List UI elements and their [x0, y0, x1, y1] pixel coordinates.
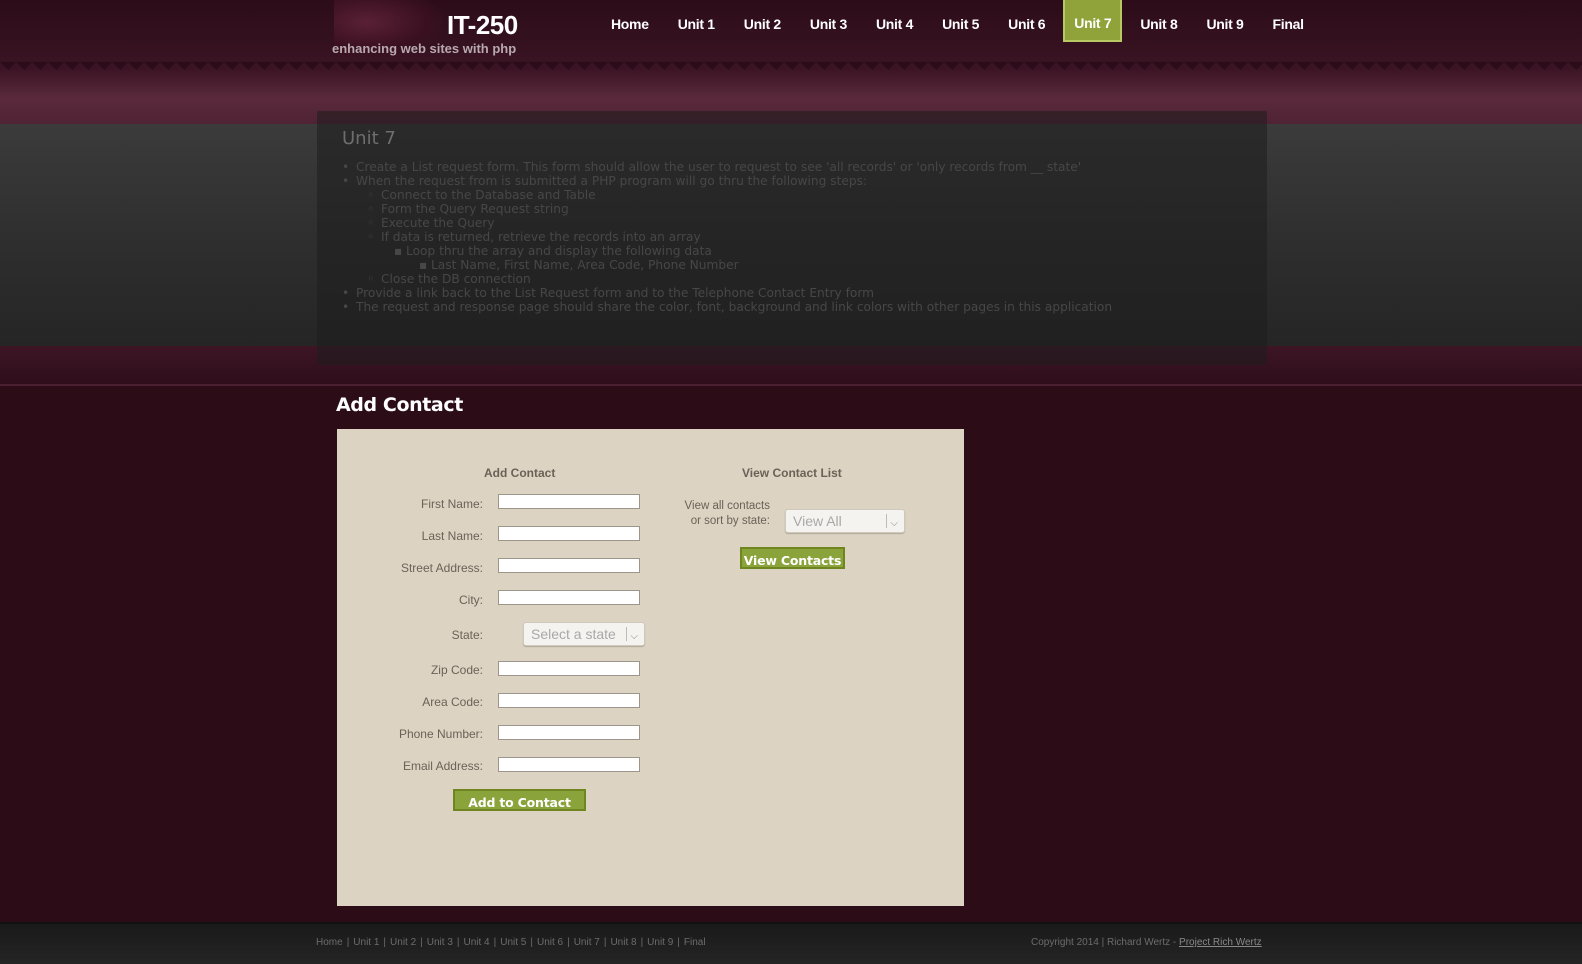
- main-nav: Home Unit 1 Unit 2 Unit 3 Unit 4 Unit 5 …: [600, 0, 1322, 42]
- first-name-label: First Name:: [420, 497, 483, 511]
- nav-unit-7[interactable]: Unit 7: [1063, 0, 1123, 42]
- project-link[interactable]: Project Rich Wertz: [1179, 937, 1262, 948]
- email-address-field[interactable]: [498, 757, 640, 772]
- nav-unit-8[interactable]: Unit 8: [1129, 0, 1188, 42]
- nav-unit-6[interactable]: Unit 6: [997, 0, 1056, 42]
- footer-link-unit-8[interactable]: Unit 8: [606, 937, 640, 948]
- list-item: Provide a link back to the List Request …: [342, 286, 1112, 300]
- state-filter-select[interactable]: View All ⌵: [785, 509, 905, 533]
- footer-link-unit-4[interactable]: Unit 4: [460, 937, 494, 948]
- street-address-label: Street Address:: [400, 561, 483, 575]
- list-item: When the request from is submitted a PHP…: [342, 174, 1112, 188]
- street-address-field[interactable]: [498, 558, 640, 573]
- state-label: State:: [451, 628, 483, 642]
- last-name-label: Last Name:: [421, 529, 483, 543]
- nav-unit-4[interactable]: Unit 4: [865, 0, 924, 42]
- nav-unit-9[interactable]: Unit 9: [1195, 0, 1254, 42]
- city-field[interactable]: [498, 590, 640, 605]
- list-item: Execute the Query: [342, 216, 1112, 230]
- footer-nav: Home | Unit 1 | Unit 2 | Unit 3 | Unit 4 | Un…: [312, 937, 710, 948]
- unit-requirements-list: Create a List request form. This form sh…: [342, 160, 1112, 314]
- phone-number-field[interactable]: [498, 725, 640, 740]
- state-filter-value: View All: [793, 513, 842, 529]
- footer-copyright: Copyright 2014 | Richard Wertz - Project…: [1031, 937, 1262, 948]
- nav-unit-5[interactable]: Unit 5: [931, 0, 990, 42]
- area-code-label: Area Code:: [422, 695, 483, 709]
- nav-final[interactable]: Final: [1262, 0, 1315, 42]
- list-item: Last Name, First Name, Area Code, Phone …: [342, 258, 1112, 272]
- footer-link-unit-1[interactable]: Unit 1: [349, 937, 383, 948]
- site-subtitle: enhancing web sites with php: [332, 41, 517, 56]
- header-zigzag-border: [0, 62, 1582, 78]
- state-select[interactable]: Select a state ⌵: [523, 622, 645, 646]
- add-to-contact-list-button[interactable]: Add to Contact List: [453, 789, 586, 811]
- footer-link-unit-6[interactable]: Unit 6: [533, 937, 567, 948]
- email-address-label: Email Address:: [402, 759, 483, 773]
- list-item: Form the Query Request string: [342, 202, 1112, 216]
- nav-unit-3[interactable]: Unit 3: [799, 0, 858, 42]
- first-name-field[interactable]: [498, 494, 640, 509]
- list-item: Close the DB connection: [342, 272, 1112, 286]
- phone-number-label: Phone Number:: [398, 727, 483, 741]
- footer-link-unit-7[interactable]: Unit 7: [570, 937, 604, 948]
- state-select-value: Select a state: [531, 626, 616, 642]
- nav-home[interactable]: Home: [600, 0, 660, 42]
- footer-link-unit-3[interactable]: Unit 3: [423, 937, 457, 948]
- footer-link-final[interactable]: Final: [680, 937, 710, 948]
- list-item: Connect to the Database and Table: [342, 188, 1112, 202]
- area-code-field[interactable]: [498, 693, 640, 708]
- nav-unit-2[interactable]: Unit 2: [733, 0, 792, 42]
- chevron-down-icon: ⌵: [886, 514, 898, 529]
- site-title: IT-250: [447, 10, 518, 40]
- view-contacts-button[interactable]: View Contacts: [740, 547, 845, 569]
- footer-link-unit-2[interactable]: Unit 2: [386, 937, 420, 948]
- list-item: Loop thru the array and display the foll…: [342, 244, 1112, 258]
- zip-code-field[interactable]: [498, 661, 640, 676]
- footer-link-unit-9[interactable]: Unit 9: [643, 937, 677, 948]
- footer-band: [0, 922, 1582, 964]
- zip-code-label: Zip Code:: [430, 663, 483, 677]
- list-item: Create a List request form. This form sh…: [342, 160, 1112, 174]
- page-title: Add Contact: [336, 394, 463, 416]
- footer-link-unit-5[interactable]: Unit 5: [496, 937, 530, 948]
- chevron-down-icon: ⌵: [626, 627, 638, 642]
- nav-unit-1[interactable]: Unit 1: [667, 0, 726, 42]
- view-prompt-line-1: View all contacts: [684, 500, 770, 512]
- view-contact-list-title: View Contact List: [742, 466, 842, 480]
- list-item: The request and response page should sha…: [342, 300, 1112, 314]
- copyright-text: Copyright 2014 | Richard Wertz -: [1031, 937, 1180, 948]
- footer-link-home[interactable]: Home: [312, 937, 347, 948]
- add-contact-form-title: Add Contact: [484, 466, 556, 480]
- last-name-field[interactable]: [498, 526, 640, 541]
- city-label: City:: [459, 593, 483, 607]
- list-item: If data is returned, retrieve the record…: [342, 230, 1112, 244]
- view-prompt-line-2: or sort by state:: [690, 515, 770, 527]
- unit-title: Unit 7: [342, 128, 396, 149]
